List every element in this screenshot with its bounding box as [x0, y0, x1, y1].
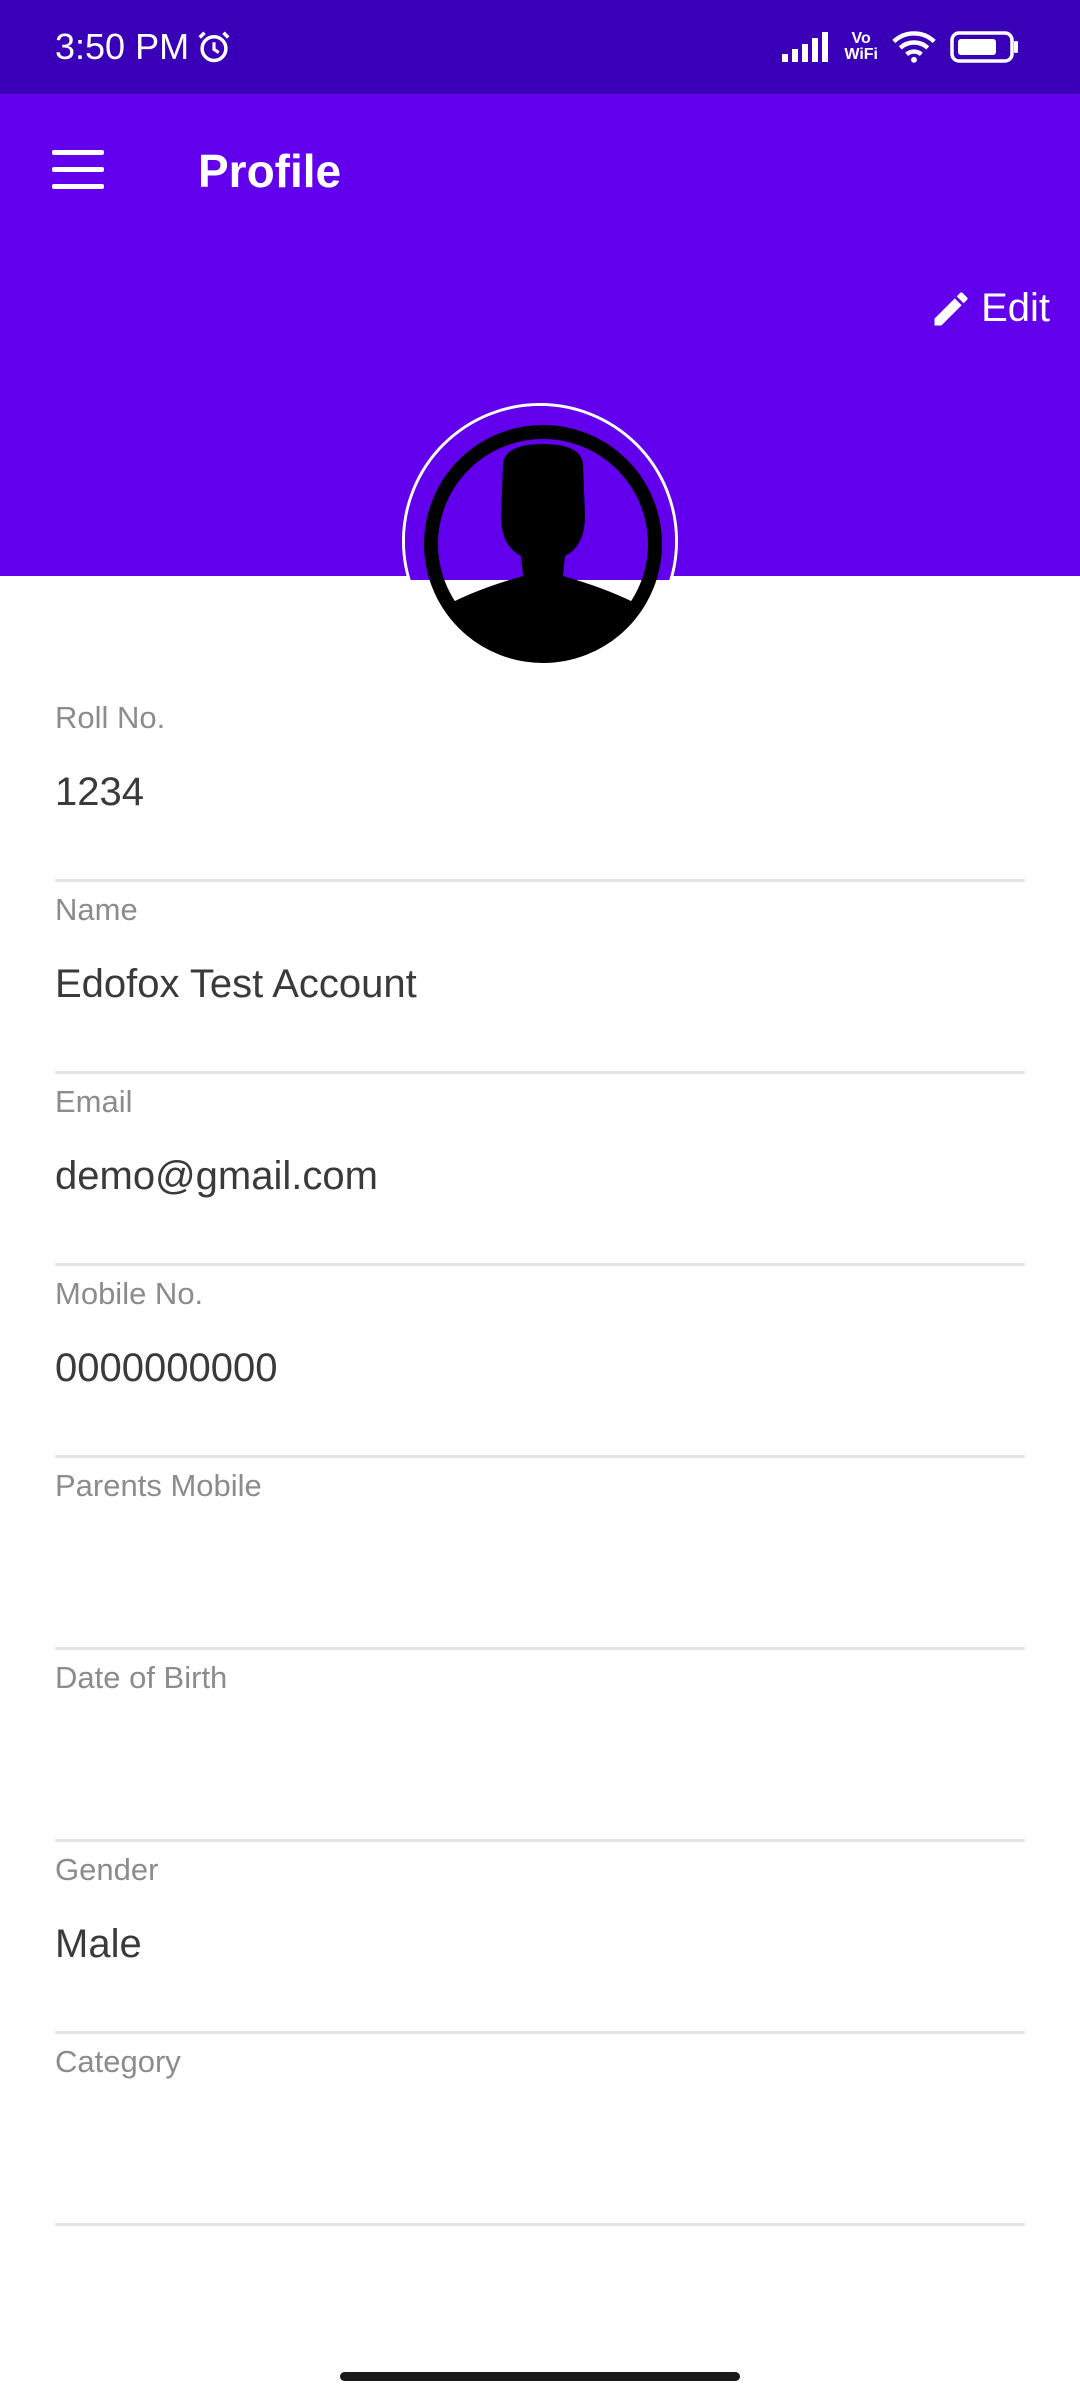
date-of-birth-field: Date of Birth — [55, 1650, 1025, 1842]
field-label: Gender — [55, 1852, 159, 1887]
roll-no-field: Roll No. 1234 — [55, 690, 1025, 882]
user-silhouette-icon — [405, 406, 675, 676]
field-value: demo@gmail.com — [55, 1154, 378, 1198]
menu-icon-bar — [52, 184, 104, 189]
field-value: Edofox Test Account — [55, 962, 417, 1006]
email-field: Email demo@gmail.com — [55, 1074, 1025, 1266]
edit-label: Edit — [981, 286, 1050, 330]
field-value: Male — [55, 1922, 142, 1966]
pencil-icon — [934, 291, 968, 325]
avatar[interactable] — [402, 403, 678, 679]
parents-mobile-field: Parents Mobile — [55, 1458, 1025, 1650]
profile-form: Roll No. 1234 Name Edofox Test Account E… — [55, 690, 1025, 2226]
field-value: 0000000000 — [55, 1346, 278, 1390]
field-label: Roll No. — [55, 700, 166, 735]
status-left: 3:50 PM — [55, 26, 233, 68]
edit-button[interactable]: Edit — [929, 286, 1050, 331]
field-label: Mobile No. — [55, 1276, 204, 1311]
wifi-icon — [892, 31, 936, 63]
mobile-field: Mobile No. 0000000000 — [55, 1266, 1025, 1458]
field-label: Category — [55, 2044, 181, 2079]
field-label: Email — [55, 1084, 133, 1119]
home-indicator[interactable] — [340, 2372, 740, 2381]
alarm-icon — [198, 31, 230, 63]
status-right: Vo WiFi — [782, 30, 1020, 64]
gender-field: Gender Male — [55, 1842, 1025, 2034]
field-value: 1234 — [55, 770, 144, 814]
vowifi-icon: Vo WiFi — [844, 31, 878, 63]
name-field: Name Edofox Test Account — [55, 882, 1025, 1074]
field-label: Name — [55, 892, 138, 927]
page-title: Profile — [198, 145, 342, 197]
battery-icon — [950, 31, 1018, 63]
status-time: 3:50 PM — [55, 26, 190, 67]
vowifi-top: Vo — [851, 30, 871, 47]
signal-icon — [782, 32, 829, 62]
menu-icon-bar — [52, 167, 104, 172]
menu-button[interactable] — [52, 150, 104, 190]
category-field: Category — [55, 2034, 1025, 2226]
field-label: Parents Mobile — [55, 1468, 262, 1503]
menu-icon-bar — [52, 150, 104, 155]
status-bar: 3:50 PM Vo WiFi — [0, 0, 1080, 94]
vowifi-bottom: WiFi — [844, 46, 878, 63]
field-label: Date of Birth — [55, 1660, 228, 1695]
